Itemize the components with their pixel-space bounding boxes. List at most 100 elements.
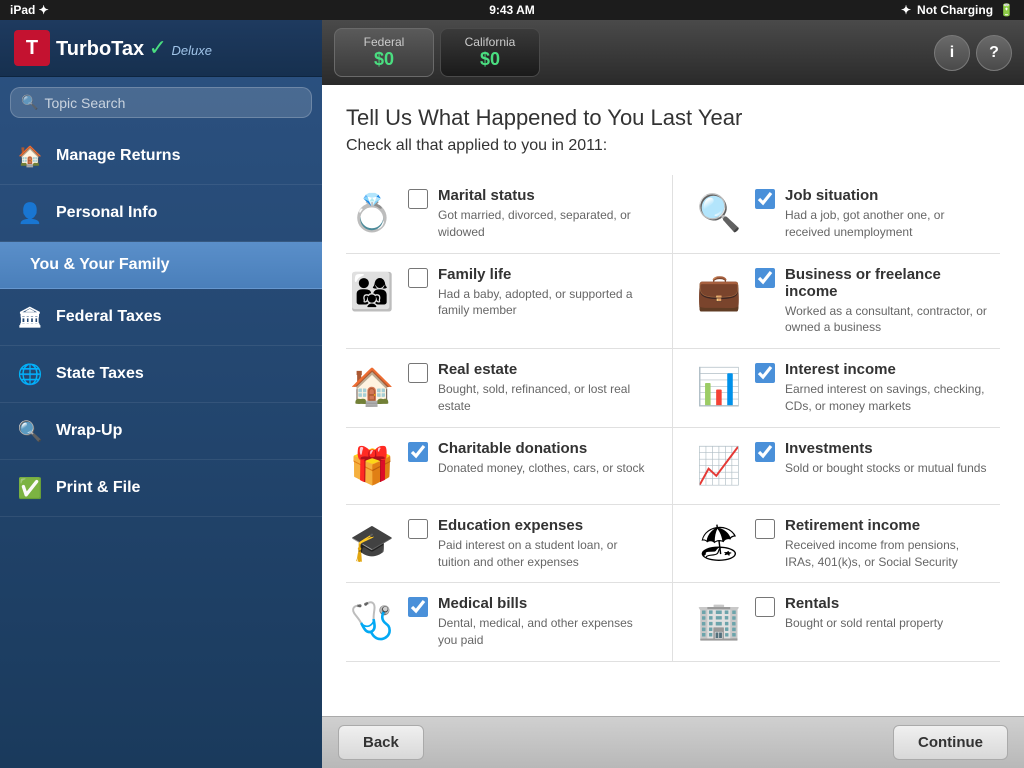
turbotax-logo: T TurboTax ✓ Deluxe bbox=[14, 30, 212, 66]
retirement-income-checkbox[interactable] bbox=[755, 519, 775, 539]
interest-income-icon: 📊 bbox=[693, 361, 745, 413]
real-estate-icon: 🏠 bbox=[346, 361, 398, 413]
federal-tab[interactable]: Federal $0 bbox=[334, 28, 434, 77]
job-situation-checkbox[interactable] bbox=[755, 189, 775, 209]
checklist-grid: 💍 Marital status Got married, divorced, … bbox=[346, 175, 1000, 662]
medical-bills-icon: 🩺 bbox=[346, 595, 398, 647]
sidebar-item-print-file[interactable]: ✅ Print & File bbox=[0, 460, 322, 517]
retirement-income-title: Retirement income bbox=[785, 517, 990, 534]
checklist-item-marital-status: 💍 Marital status Got married, divorced, … bbox=[346, 175, 673, 254]
continue-button[interactable]: Continue bbox=[893, 725, 1008, 760]
page-title: Tell Us What Happened to You Last Year bbox=[346, 105, 1000, 131]
marital-status-title: Marital status bbox=[438, 187, 652, 204]
checklist-item-investments: 📈 Investments Sold or bought stocks or m… bbox=[673, 428, 1000, 505]
sidebar-item-federal-taxes[interactable]: 🏛 Federal Taxes bbox=[0, 289, 322, 346]
charitable-donations-checkbox[interactable] bbox=[408, 442, 428, 462]
sidebar-item-label: Manage Returns bbox=[56, 147, 180, 165]
retirement-income-desc: Received income from pensions, IRAs, 401… bbox=[785, 537, 990, 571]
charitable-donations-title: Charitable donations bbox=[438, 440, 652, 457]
real-estate-title: Real estate bbox=[438, 361, 652, 378]
interest-income-title: Interest income bbox=[785, 361, 990, 378]
sidebar-item-label: State Taxes bbox=[56, 365, 144, 383]
investments-checkbox[interactable] bbox=[755, 442, 775, 462]
top-bar: Federal $0 California $0 i ? bbox=[322, 20, 1024, 85]
status-time: 9:43 AM bbox=[489, 3, 535, 17]
rentals-desc: Bought or sold rental property bbox=[785, 615, 990, 632]
search-bar[interactable]: 🔍 bbox=[10, 87, 312, 118]
sidebar-item-you-family[interactable]: You & Your Family bbox=[0, 242, 322, 289]
search-input[interactable] bbox=[44, 95, 301, 111]
job-situation-desc: Had a job, got another one, or received … bbox=[785, 207, 990, 241]
family-life-icon: 👨‍👩‍👧 bbox=[346, 266, 398, 318]
logo-text: TurboTax ✓ Deluxe bbox=[56, 35, 212, 61]
checklist-item-medical-bills: 🩺 Medical bills Dental, medical, and oth… bbox=[346, 583, 673, 662]
business-freelance-desc: Worked as a consultant, contractor, or o… bbox=[785, 303, 990, 337]
home-icon: 🏠 bbox=[16, 142, 44, 170]
app-container: T TurboTax ✓ Deluxe 🔍 🏠 Manage Returns 👤… bbox=[0, 20, 1024, 768]
content-area: Tell Us What Happened to You Last Year C… bbox=[322, 85, 1024, 716]
sidebar-item-state-taxes[interactable]: 🌐 State Taxes bbox=[0, 346, 322, 403]
rentals-icon: 🏢 bbox=[693, 595, 745, 647]
family-life-title: Family life bbox=[438, 266, 652, 283]
rentals-checkbox[interactable] bbox=[755, 597, 775, 617]
sidebar-item-manage-returns[interactable]: 🏠 Manage Returns bbox=[0, 128, 322, 185]
federal-amount: $0 bbox=[374, 49, 394, 70]
business-freelance-title: Business or freelance income bbox=[785, 266, 990, 300]
battery-icon: 🔋 bbox=[999, 3, 1014, 17]
sidebar-item-label: Wrap-Up bbox=[56, 422, 122, 440]
medical-bills-desc: Dental, medical, and other expenses you … bbox=[438, 615, 652, 649]
california-tab[interactable]: California $0 bbox=[440, 28, 540, 77]
real-estate-desc: Bought, sold, refinanced, or lost real e… bbox=[438, 381, 652, 415]
education-expenses-desc: Paid interest on a student loan, or tuit… bbox=[438, 537, 652, 571]
real-estate-checkbox[interactable] bbox=[408, 363, 428, 383]
logo-area: T TurboTax ✓ Deluxe bbox=[0, 20, 322, 77]
page-subtitle: Check all that applied to you in 2011: bbox=[346, 137, 1000, 155]
sidebar-item-label: Personal Info bbox=[56, 204, 157, 222]
marital-status-checkbox[interactable] bbox=[408, 189, 428, 209]
education-expenses-checkbox[interactable] bbox=[408, 519, 428, 539]
charitable-donations-desc: Donated money, clothes, cars, or stock bbox=[438, 460, 652, 477]
battery-status: Not Charging bbox=[917, 3, 993, 17]
federal-label: Federal bbox=[364, 35, 405, 49]
person-icon: 👤 bbox=[16, 199, 44, 227]
sidebar-item-label: Federal Taxes bbox=[56, 308, 162, 326]
interest-income-desc: Earned interest on savings, checking, CD… bbox=[785, 381, 990, 415]
sidebar: T TurboTax ✓ Deluxe 🔍 🏠 Manage Returns 👤… bbox=[0, 20, 322, 768]
help-button[interactable]: ? bbox=[976, 35, 1012, 71]
checklist-item-job-situation: 🔍 Job situation Had a job, got another o… bbox=[673, 175, 1000, 254]
checklist-item-retirement-income: 🏖 Retirement income Received income from… bbox=[673, 505, 1000, 584]
bottom-bar: Back Continue bbox=[322, 716, 1024, 768]
info-button[interactable]: i bbox=[934, 35, 970, 71]
family-life-checkbox[interactable] bbox=[408, 268, 428, 288]
retirement-income-icon: 🏖 bbox=[693, 517, 745, 569]
federal-icon: 🏛 bbox=[16, 303, 44, 331]
main-content: Federal $0 California $0 i ? Tell Us Wha… bbox=[322, 20, 1024, 768]
marital-status-desc: Got married, divorced, separated, or wid… bbox=[438, 207, 652, 241]
status-bar: iPad ✦ 9:43 AM ✦ Not Charging 🔋 bbox=[0, 0, 1024, 20]
checklist-item-education-expenses: 🎓 Education expenses Paid interest on a … bbox=[346, 505, 673, 584]
business-freelance-icon: 💼 bbox=[693, 266, 745, 318]
status-right: ✦ Not Charging 🔋 bbox=[901, 3, 1014, 17]
california-amount: $0 bbox=[480, 49, 500, 70]
investments-title: Investments bbox=[785, 440, 990, 457]
sidebar-item-personal-info[interactable]: 👤 Personal Info bbox=[0, 185, 322, 242]
checklist-item-real-estate: 🏠 Real estate Bought, sold, refinanced, … bbox=[346, 349, 673, 428]
state-icon: 🌐 bbox=[16, 360, 44, 388]
investments-desc: Sold or bought stocks or mutual funds bbox=[785, 460, 990, 477]
logo-icon: T bbox=[14, 30, 50, 66]
charitable-donations-icon: 🎁 bbox=[346, 440, 398, 492]
business-freelance-checkbox[interactable] bbox=[755, 268, 775, 288]
sidebar-item-label: You & Your Family bbox=[30, 256, 170, 274]
job-situation-icon: 🔍 bbox=[693, 187, 745, 239]
back-button[interactable]: Back bbox=[338, 725, 424, 760]
job-situation-title: Job situation bbox=[785, 187, 990, 204]
medical-bills-checkbox[interactable] bbox=[408, 597, 428, 617]
sidebar-item-label: Print & File bbox=[56, 479, 140, 497]
sidebar-item-wrap-up[interactable]: 🔍 Wrap-Up bbox=[0, 403, 322, 460]
education-expenses-title: Education expenses bbox=[438, 517, 652, 534]
education-expenses-icon: 🎓 bbox=[346, 517, 398, 569]
print-icon: ✅ bbox=[16, 474, 44, 502]
checklist-item-family-life: 👨‍👩‍👧 Family life Had a baby, adopted, o… bbox=[346, 254, 673, 350]
checklist-item-charitable-donations: 🎁 Charitable donations Donated money, cl… bbox=[346, 428, 673, 505]
interest-income-checkbox[interactable] bbox=[755, 363, 775, 383]
